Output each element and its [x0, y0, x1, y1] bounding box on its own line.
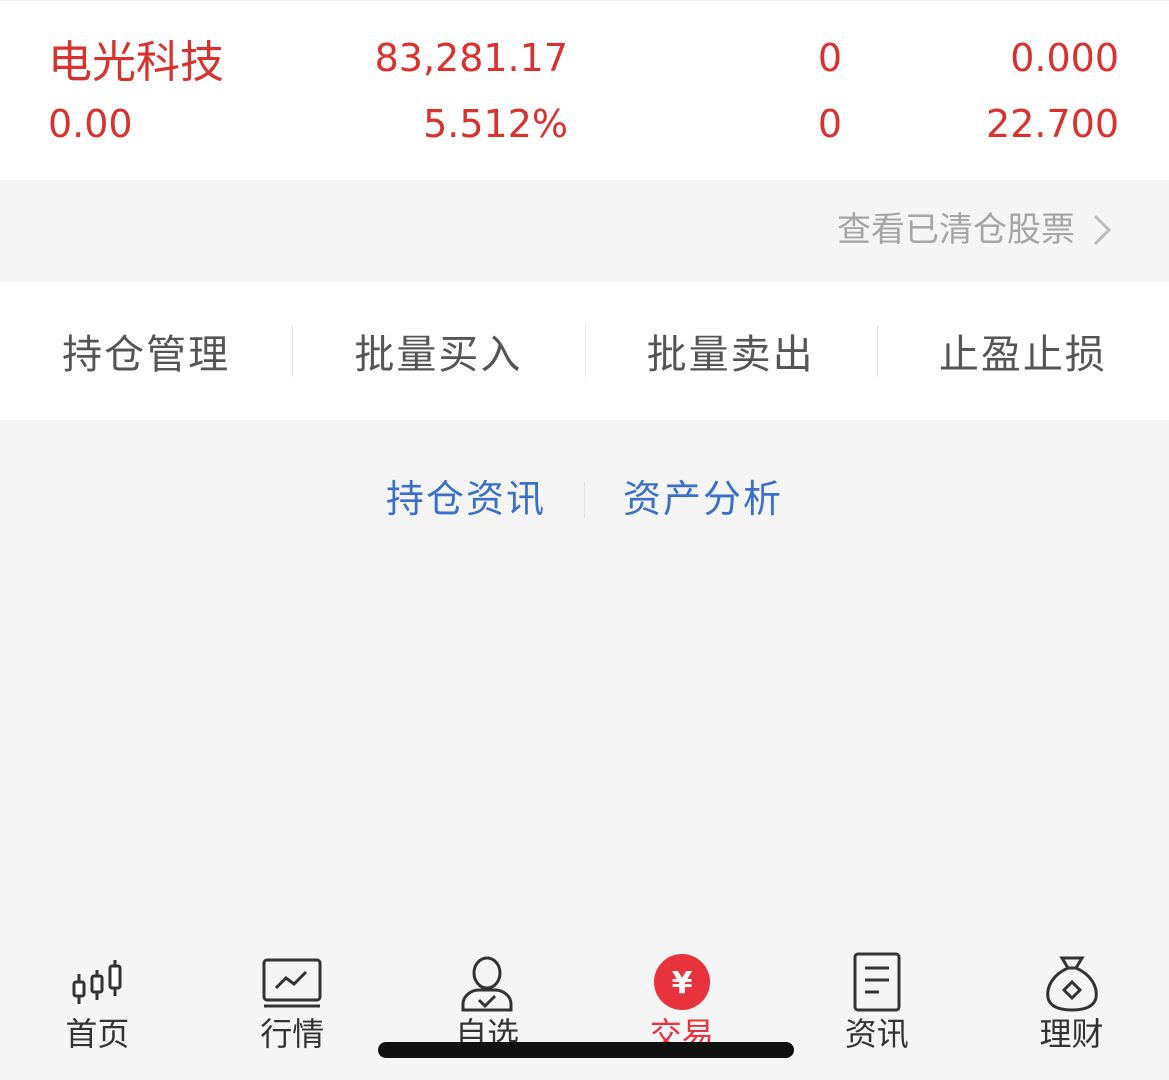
market-value: 83,281.17	[374, 36, 568, 80]
batch-sell-button[interactable]: 批量卖出	[584, 282, 877, 420]
money-bag-icon	[1045, 956, 1098, 1012]
tab-home-label: 首页	[65, 1015, 130, 1053]
info-links: 持仓资讯 资产分析	[0, 420, 1169, 580]
holding-quantity: 0	[817, 36, 842, 80]
stock-name: 电光科技	[48, 37, 224, 88]
yuan-trade-icon: ¥	[653, 954, 710, 1010]
news-document-icon	[853, 952, 901, 1012]
watchlist-person-icon	[461, 956, 513, 1012]
chevron-right-icon	[1093, 214, 1112, 246]
available-quantity: 0	[817, 102, 842, 146]
view-cleared-stocks-link[interactable]: 查看已清仓股票	[837, 213, 1113, 247]
cleared-stocks-section: 查看已清仓股票	[0, 180, 1169, 282]
tab-wealth[interactable]: 理财	[974, 940, 1169, 1080]
bottom-tab-bar: 首页 行情 自选 ¥ 交易 资讯 理财	[0, 940, 1169, 1080]
take-profit-stop-loss-button[interactable]: 止盈止损	[876, 282, 1169, 420]
candlestick-icon	[72, 960, 122, 1004]
profit-loss: 0.00	[48, 102, 133, 146]
tab-home[interactable]: 首页	[0, 940, 195, 1080]
tab-news[interactable]: 资讯	[779, 940, 974, 1080]
batch-buy-button[interactable]: 批量买入	[292, 282, 584, 420]
tab-market[interactable]: 行情	[195, 940, 390, 1080]
svg-text:¥: ¥	[671, 966, 692, 1001]
position-management-button[interactable]: 持仓管理	[0, 282, 292, 420]
profit-loss-ratio: 5.512%	[423, 102, 568, 146]
holding-row[interactable]: 电光科技 83,281.17 0 0.000 0.00 5.512% 0 22.…	[0, 0, 1169, 180]
current-price: 0.000	[1010, 36, 1119, 80]
tab-watchlist[interactable]: 自选	[390, 940, 585, 1080]
position-action-bar: 持仓管理 批量买入 批量卖出 止盈止损	[0, 282, 1169, 420]
tab-news-label: 资讯	[844, 1015, 909, 1053]
view-cleared-stocks-label: 查看已清仓股票	[837, 210, 1075, 250]
tab-market-label: 行情	[260, 1015, 325, 1053]
asset-analysis-link[interactable]: 资产分析	[585, 480, 821, 518]
market-chart-icon	[262, 958, 322, 1008]
home-indicator[interactable]	[378, 1042, 794, 1058]
position-news-link[interactable]: 持仓资讯	[348, 480, 584, 518]
tab-wealth-label: 理财	[1039, 1015, 1104, 1053]
tab-trade[interactable]: ¥ 交易	[584, 940, 779, 1080]
cost-price: 22.700	[986, 102, 1119, 146]
